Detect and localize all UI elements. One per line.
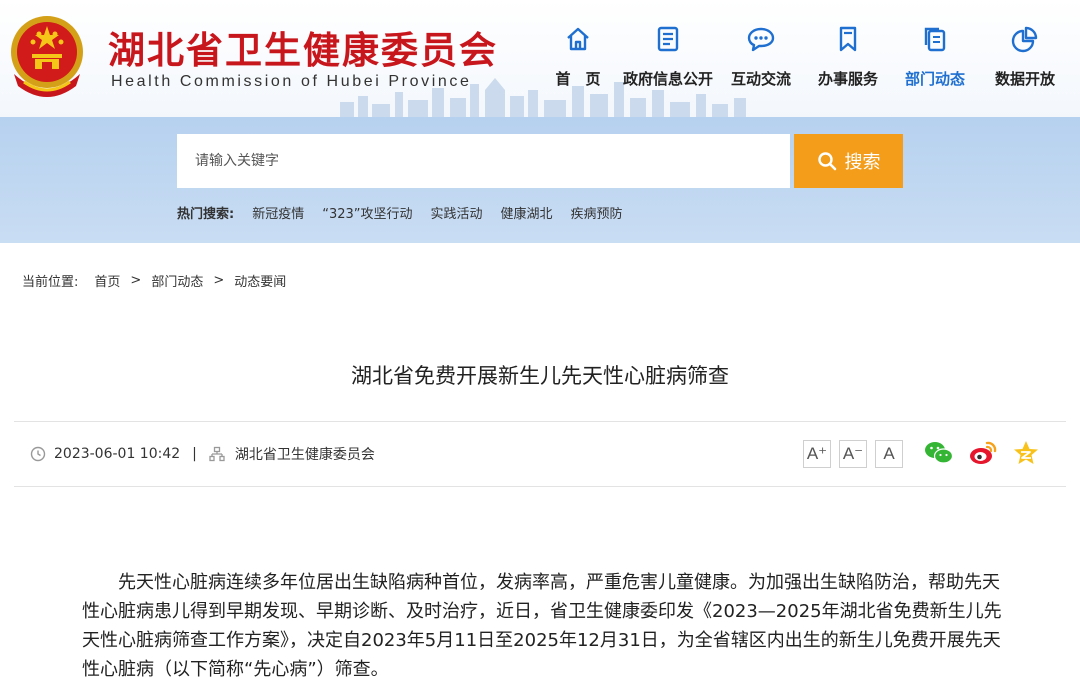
search-input[interactable]: [177, 134, 790, 188]
bookmark-icon: [804, 22, 892, 56]
document-list-icon: [618, 22, 718, 56]
breadcrumb-label: 当前位置:: [22, 275, 79, 290]
search-icon: [817, 152, 836, 171]
article-meta-bar: 2023-06-01 10:42 | 湖北省卫生健康委员会 A⁺ A⁻ A: [14, 421, 1066, 487]
site-title: 湖北省卫生健康委员会: [108, 29, 498, 72]
hot-search-link[interactable]: 实践活动: [431, 203, 483, 222]
nav-label: 部门动态: [904, 70, 965, 88]
nav-item-dept-news[interactable]: 部门动态: [892, 22, 978, 89]
breadcrumb-separator: >: [130, 273, 142, 288]
main-nav: 首 页 政府信息公开 互动交流 办事服务 部门动态 数据开放: [538, 22, 1072, 89]
font-reset-button[interactable]: A: [875, 440, 903, 468]
breadcrumb-link-dept-news[interactable]: 部门动态: [151, 271, 203, 290]
nav-item-gov-info[interactable]: 政府信息公开: [618, 22, 718, 89]
search-button-label: 搜索: [844, 152, 881, 173]
nav-item-open-data[interactable]: 数据开放: [978, 22, 1072, 89]
breadcrumb-separator: >: [213, 273, 225, 288]
news-copy-icon: [892, 22, 978, 56]
breadcrumb-link-news-highlights[interactable]: 动态要闻: [234, 271, 286, 290]
hot-search-link[interactable]: 新冠疫情: [252, 203, 304, 222]
font-size-controls: A⁺ A⁻ A: [803, 440, 903, 468]
nav-label: 数据开放: [994, 70, 1055, 88]
chat-bubble-icon: [718, 22, 804, 56]
hot-search-bar: 热门搜索: 新冠疫情 “323”攻坚行动 实践活动 健康湖北 疾病预防: [177, 203, 641, 222]
organization-icon: [209, 446, 225, 462]
clock-icon: [30, 446, 46, 462]
pie-chart-icon: [978, 22, 1072, 56]
share-buttons: [924, 440, 1040, 466]
search-button[interactable]: 搜索: [794, 134, 903, 188]
article-title: 湖北省免费开展新生儿先天性心脏病筛查: [351, 364, 729, 388]
nav-item-services[interactable]: 办事服务: [804, 22, 892, 89]
wechat-icon[interactable]: [924, 440, 954, 466]
publish-date: 2023-06-01 10:42: [54, 446, 181, 462]
national-emblem-logo: [11, 16, 83, 97]
article-source: 湖北省卫生健康委员会: [234, 447, 375, 463]
font-decrease-button[interactable]: A⁻: [839, 440, 867, 468]
hot-search-link[interactable]: 疾病预防: [571, 203, 623, 222]
site-subtitle: Health Commission of Hubei Province: [111, 73, 472, 90]
nav-item-home[interactable]: 首 页: [538, 22, 618, 89]
hot-search-link[interactable]: “323”攻坚行动: [322, 203, 412, 222]
site-header: 湖北省卫生健康委员会 Health Commission of Hubei Pr…: [0, 0, 1080, 117]
weibo-icon[interactable]: [968, 440, 998, 466]
hot-search-link[interactable]: 健康湖北: [501, 203, 553, 222]
hot-search-label: 热门搜索:: [177, 207, 235, 222]
meta-divider: |: [192, 446, 197, 462]
search-band: 搜索 热门搜索: 新冠疫情 “323”攻坚行动 实践活动 健康湖北 疾病预防: [0, 117, 1080, 243]
qzone-icon[interactable]: [1012, 440, 1040, 466]
nav-label: 办事服务: [817, 70, 878, 88]
nav-label: 互动交流: [730, 70, 791, 88]
nav-label: 首 页: [555, 70, 601, 88]
nav-label: 政府信息公开: [622, 70, 713, 88]
article-body: 先天性心脏病连续多年位居出生缺陷病种首位，发病率高，严重危害儿童健康。为加强出生…: [82, 572, 1002, 680]
breadcrumb-link-home[interactable]: 首页: [94, 271, 120, 290]
font-increase-button[interactable]: A⁺: [803, 440, 831, 468]
nav-item-interaction[interactable]: 互动交流: [718, 22, 804, 89]
breadcrumb: 当前位置: 首页 > 部门动态 > 动态要闻: [22, 271, 286, 290]
home-icon: [538, 22, 618, 56]
